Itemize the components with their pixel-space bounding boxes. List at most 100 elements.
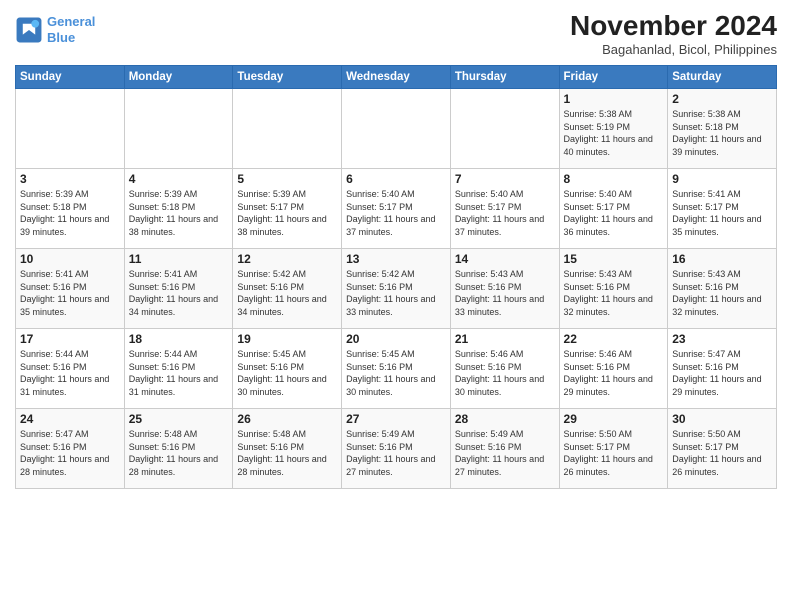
table-row: 28 Sunrise: 5:49 AM Sunset: 5:16 PM Dayli… <box>450 409 559 489</box>
table-row: 24Sunrise: 5:47 AM Sunset: 5:16 PM Dayli… <box>16 409 125 489</box>
day-info: Sunrise: 5:44 AM Sunset: 5:16 PM Dayligh… <box>20 348 120 398</box>
day-info: Sunrise: 5:43 AM Sunset: 5:16 PM Dayligh… <box>564 268 664 318</box>
day-info: Sunrise: 5:38 AM Sunset: 5:18 PM Dayligh… <box>672 108 772 158</box>
logo-line2: Blue <box>47 30 75 45</box>
col-tuesday: Tuesday <box>233 66 342 89</box>
logo-line1: General <box>47 14 95 29</box>
day-number: 26 <box>237 412 337 426</box>
day-info: Sunrise: 5:49 AM Sunset: 5:16 PM Dayligh… <box>346 428 446 478</box>
col-friday: Friday <box>559 66 668 89</box>
day-info: Sunrise: 5:39 AM Sunset: 5:17 PM Dayligh… <box>237 188 337 238</box>
day-number: 23 <box>672 332 772 346</box>
table-row: 12 Sunrise: 5:42 AM Sunset: 5:16 PM Dayli… <box>233 249 342 329</box>
table-row: 6 Sunrise: 5:40 AM Sunset: 5:17 PM Daylig… <box>342 169 451 249</box>
table-row <box>342 89 451 169</box>
day-number: 25 <box>129 412 229 426</box>
page-container: General Blue November 2024 Bagahanlad, B… <box>0 0 792 499</box>
table-row: 25 Sunrise: 5:48 AM Sunset: 5:16 PM Dayli… <box>124 409 233 489</box>
day-info: Sunrise: 5:48 AM Sunset: 5:16 PM Dayligh… <box>129 428 229 478</box>
day-info: Sunrise: 5:39 AM Sunset: 5:18 PM Dayligh… <box>129 188 229 238</box>
day-number: 15 <box>564 252 664 266</box>
table-row: 16 Sunrise: 5:43 AM Sunset: 5:16 PM Dayli… <box>668 249 777 329</box>
logo-icon <box>15 16 43 44</box>
table-row <box>124 89 233 169</box>
day-info: Sunrise: 5:42 AM Sunset: 5:16 PM Dayligh… <box>237 268 337 318</box>
day-number: 18 <box>129 332 229 346</box>
calendar-week-row: 1 Sunrise: 5:38 AM Sunset: 5:19 PM Daylig… <box>16 89 777 169</box>
calendar-week-row: 24Sunrise: 5:47 AM Sunset: 5:16 PM Dayli… <box>16 409 777 489</box>
day-number: 28 <box>455 412 555 426</box>
day-number: 6 <box>346 172 446 186</box>
title-block: November 2024 Bagahanlad, Bicol, Philipp… <box>570 10 777 57</box>
day-number: 20 <box>346 332 446 346</box>
day-info: Sunrise: 5:41 AM Sunset: 5:17 PM Dayligh… <box>672 188 772 238</box>
table-row: 18 Sunrise: 5:44 AM Sunset: 5:16 PM Dayli… <box>124 329 233 409</box>
day-number: 12 <box>237 252 337 266</box>
day-info: Sunrise: 5:45 AM Sunset: 5:16 PM Dayligh… <box>237 348 337 398</box>
day-number: 14 <box>455 252 555 266</box>
calendar-week-row: 3 Sunrise: 5:39 AM Sunset: 5:18 PM Daylig… <box>16 169 777 249</box>
table-row: 7 Sunrise: 5:40 AM Sunset: 5:17 PM Daylig… <box>450 169 559 249</box>
table-row: 17Sunrise: 5:44 AM Sunset: 5:16 PM Dayli… <box>16 329 125 409</box>
calendar-header-row: Sunday Monday Tuesday Wednesday Thursday… <box>16 66 777 89</box>
table-row: 13Sunrise: 5:42 AM Sunset: 5:16 PM Dayli… <box>342 249 451 329</box>
table-row: 11Sunrise: 5:41 AM Sunset: 5:16 PM Dayli… <box>124 249 233 329</box>
table-row <box>16 89 125 169</box>
calendar-week-row: 10Sunrise: 5:41 AM Sunset: 5:16 PM Dayli… <box>16 249 777 329</box>
day-info: Sunrise: 5:47 AM Sunset: 5:16 PM Dayligh… <box>20 428 120 478</box>
day-info: Sunrise: 5:40 AM Sunset: 5:17 PM Dayligh… <box>346 188 446 238</box>
day-info: Sunrise: 5:47 AM Sunset: 5:16 PM Dayligh… <box>672 348 772 398</box>
day-number: 3 <box>20 172 120 186</box>
table-row: 3 Sunrise: 5:39 AM Sunset: 5:18 PM Daylig… <box>16 169 125 249</box>
page-title: November 2024 <box>570 10 777 42</box>
table-row <box>233 89 342 169</box>
table-row: 8Sunrise: 5:40 AM Sunset: 5:17 PM Daylig… <box>559 169 668 249</box>
col-monday: Monday <box>124 66 233 89</box>
day-info: Sunrise: 5:40 AM Sunset: 5:17 PM Dayligh… <box>455 188 555 238</box>
day-number: 7 <box>455 172 555 186</box>
day-info: Sunrise: 5:44 AM Sunset: 5:16 PM Dayligh… <box>129 348 229 398</box>
table-row <box>450 89 559 169</box>
table-row: 2 Sunrise: 5:38 AM Sunset: 5:18 PM Daylig… <box>668 89 777 169</box>
header: General Blue November 2024 Bagahanlad, B… <box>15 10 777 57</box>
day-info: Sunrise: 5:48 AM Sunset: 5:16 PM Dayligh… <box>237 428 337 478</box>
day-number: 1 <box>564 92 664 106</box>
day-info: Sunrise: 5:38 AM Sunset: 5:19 PM Dayligh… <box>564 108 664 158</box>
day-number: 16 <box>672 252 772 266</box>
day-number: 29 <box>564 412 664 426</box>
day-info: Sunrise: 5:40 AM Sunset: 5:17 PM Dayligh… <box>564 188 664 238</box>
calendar-week-row: 17Sunrise: 5:44 AM Sunset: 5:16 PM Dayli… <box>16 329 777 409</box>
day-info: Sunrise: 5:46 AM Sunset: 5:16 PM Dayligh… <box>564 348 664 398</box>
table-row: 14 Sunrise: 5:43 AM Sunset: 5:16 PM Dayli… <box>450 249 559 329</box>
table-row: 27 Sunrise: 5:49 AM Sunset: 5:16 PM Dayli… <box>342 409 451 489</box>
table-row: 10Sunrise: 5:41 AM Sunset: 5:16 PM Dayli… <box>16 249 125 329</box>
day-info: Sunrise: 5:42 AM Sunset: 5:16 PM Dayligh… <box>346 268 446 318</box>
day-number: 2 <box>672 92 772 106</box>
table-row: 23 Sunrise: 5:47 AM Sunset: 5:16 PM Dayli… <box>668 329 777 409</box>
col-saturday: Saturday <box>668 66 777 89</box>
logo: General Blue <box>15 14 95 45</box>
table-row: 29 Sunrise: 5:50 AM Sunset: 5:17 PM Dayli… <box>559 409 668 489</box>
table-row: 26 Sunrise: 5:48 AM Sunset: 5:16 PM Dayli… <box>233 409 342 489</box>
table-row: 30 Sunrise: 5:50 AM Sunset: 5:17 PM Dayli… <box>668 409 777 489</box>
day-number: 9 <box>672 172 772 186</box>
table-row: 20Sunrise: 5:45 AM Sunset: 5:16 PM Dayli… <box>342 329 451 409</box>
table-row: 9 Sunrise: 5:41 AM Sunset: 5:17 PM Daylig… <box>668 169 777 249</box>
col-sunday: Sunday <box>16 66 125 89</box>
day-info: Sunrise: 5:43 AM Sunset: 5:16 PM Dayligh… <box>455 268 555 318</box>
day-info: Sunrise: 5:39 AM Sunset: 5:18 PM Dayligh… <box>20 188 120 238</box>
day-number: 27 <box>346 412 446 426</box>
day-number: 30 <box>672 412 772 426</box>
table-row: 4Sunrise: 5:39 AM Sunset: 5:18 PM Daylig… <box>124 169 233 249</box>
day-number: 21 <box>455 332 555 346</box>
table-row: 15 Sunrise: 5:43 AM Sunset: 5:16 PM Dayli… <box>559 249 668 329</box>
day-info: Sunrise: 5:49 AM Sunset: 5:16 PM Dayligh… <box>455 428 555 478</box>
day-info: Sunrise: 5:43 AM Sunset: 5:16 PM Dayligh… <box>672 268 772 318</box>
day-info: Sunrise: 5:50 AM Sunset: 5:17 PM Dayligh… <box>564 428 664 478</box>
day-info: Sunrise: 5:46 AM Sunset: 5:16 PM Dayligh… <box>455 348 555 398</box>
day-info: Sunrise: 5:41 AM Sunset: 5:16 PM Dayligh… <box>20 268 120 318</box>
day-number: 5 <box>237 172 337 186</box>
day-info: Sunrise: 5:50 AM Sunset: 5:17 PM Dayligh… <box>672 428 772 478</box>
table-row: 5 Sunrise: 5:39 AM Sunset: 5:17 PM Daylig… <box>233 169 342 249</box>
day-info: Sunrise: 5:41 AM Sunset: 5:16 PM Dayligh… <box>129 268 229 318</box>
